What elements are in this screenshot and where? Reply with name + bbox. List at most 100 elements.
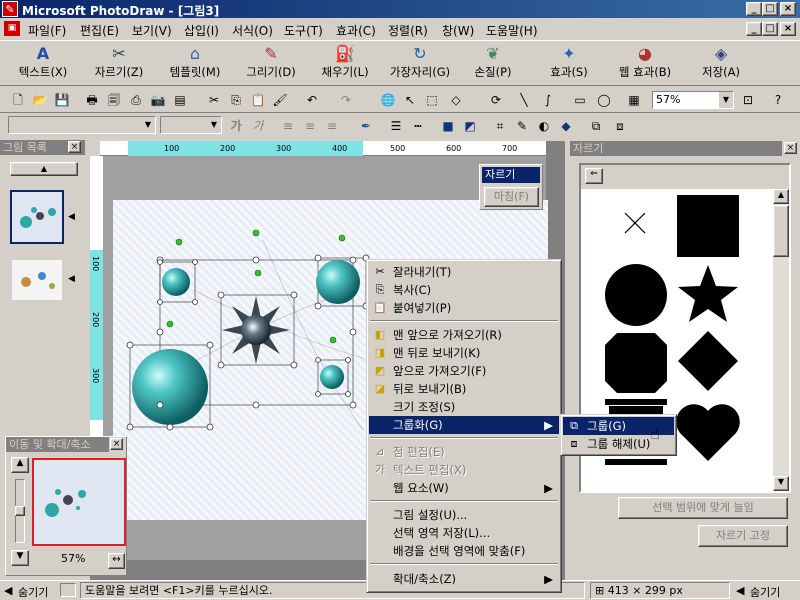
font-size-combo[interactable]: ▼ bbox=[160, 116, 222, 134]
paste-icon[interactable]: 📋 bbox=[248, 91, 268, 109]
new-icon[interactable]: 🗋 bbox=[8, 91, 28, 109]
hide-left-arrow-icon[interactable]: ◀ bbox=[4, 584, 12, 597]
ellipse-icon[interactable]: ◯ bbox=[594, 91, 614, 109]
lock-crop-button[interactable]: 자르기 고정 bbox=[698, 525, 788, 547]
line-width-icon[interactable]: ☰ bbox=[386, 117, 406, 135]
zoom-combo[interactable]: 57% ▼ bbox=[652, 91, 734, 109]
select-region-icon[interactable]: ⬚ bbox=[422, 91, 442, 109]
scroll-up-button[interactable]: ▲ bbox=[10, 162, 78, 176]
cut-icon[interactable]: ✂ bbox=[204, 91, 224, 109]
zoom-out-icon[interactable]: ▼ bbox=[11, 550, 29, 566]
picture-thumbnail[interactable] bbox=[12, 260, 62, 300]
scroll-down-icon[interactable]: ▼ bbox=[773, 476, 789, 491]
copy-icon[interactable]: ⎘ bbox=[226, 91, 246, 109]
menu-item-bring-to-front[interactable]: ◧ 맨 앞으로 가져오기(R) bbox=[369, 326, 559, 344]
doc-minimize-button[interactable]: _ bbox=[746, 22, 762, 36]
color-icon[interactable]: ◐ bbox=[534, 117, 554, 135]
menu-item-send-to-back[interactable]: ◨ 맨 뒤로 보내기(K) bbox=[369, 344, 559, 362]
effect-tool-icon[interactable]: ◆ bbox=[556, 117, 576, 135]
menu-item-edit-points[interactable]: ⊿ 점 편집(E) bbox=[369, 443, 559, 461]
menu-item-resize[interactable]: 크기 조정(S) bbox=[369, 398, 559, 416]
menu-item-bring-forward[interactable]: ◩ 앞으로 가져오기(F) bbox=[369, 362, 559, 380]
line-color-icon[interactable]: ✒ bbox=[356, 117, 376, 135]
gallery-scrollbar[interactable]: ▲ ▼ bbox=[773, 189, 789, 491]
text-button[interactable]: A 텍스트(X) bbox=[10, 44, 76, 84]
draw-tool-icon[interactable]: ✎ bbox=[512, 117, 532, 135]
crop-tool-icon[interactable]: ⌗ bbox=[490, 117, 510, 135]
hide-left-label[interactable]: 숨기기 bbox=[18, 584, 48, 600]
save-big-button[interactable]: ◈ 저장(A) bbox=[688, 44, 754, 84]
hide-right-label[interactable]: 숨기기 bbox=[750, 584, 780, 600]
zoom-in-icon[interactable]: ▲ bbox=[11, 457, 29, 473]
undo-icon[interactable]: ↶ bbox=[302, 91, 322, 109]
hide-right-arrow-icon[interactable]: ◀ bbox=[736, 584, 744, 597]
print-preview-icon[interactable]: 🗐 bbox=[104, 91, 124, 109]
menu-item-save-selection[interactable]: 선택 영역 저장(L)... bbox=[369, 524, 559, 542]
visual-open-icon[interactable]: ▤ bbox=[170, 91, 190, 109]
ungroup-tool-icon[interactable]: ⧈ bbox=[610, 117, 630, 135]
finish-button[interactable]: 마침(F) bbox=[484, 187, 539, 207]
panel-toggle-icon[interactable] bbox=[60, 583, 76, 597]
document-icon[interactable]: ▣ bbox=[4, 21, 20, 36]
align-center-icon[interactable]: ≡ bbox=[300, 117, 320, 135]
menu-arrange[interactable]: 정렬(R) bbox=[388, 22, 428, 39]
menu-edit[interactable]: 편집(E) bbox=[80, 22, 119, 39]
navigator-preview[interactable] bbox=[32, 458, 126, 546]
title-bar[interactable]: ✎ Microsoft PhotoDraw - [그림3] _ □ × bbox=[0, 0, 800, 18]
zoom-fit-icon[interactable]: ⊡ bbox=[738, 91, 758, 109]
fill-icon[interactable]: ◇ bbox=[446, 91, 466, 109]
close-icon[interactable]: × bbox=[784, 142, 797, 154]
scroll-up-icon[interactable]: ▲ bbox=[773, 189, 789, 204]
zoom-slider[interactable] bbox=[15, 479, 25, 543]
template-button[interactable]: ⌂ 템플릿(M) bbox=[160, 44, 230, 84]
menu-view[interactable]: 보기(V) bbox=[132, 22, 172, 39]
align-left-icon[interactable]: ≡ bbox=[278, 117, 298, 135]
rectangle-icon[interactable]: ▭ bbox=[570, 91, 590, 109]
doc-close-button[interactable]: × bbox=[780, 22, 796, 36]
picture-list-icon[interactable]: ▦ bbox=[624, 91, 644, 109]
chevron-down-icon[interactable]: ▼ bbox=[141, 117, 155, 133]
line-icon[interactable]: ╲ bbox=[514, 91, 534, 109]
menu-effects[interactable]: 효과(C) bbox=[336, 22, 376, 39]
menu-insert[interactable]: 삽입(I) bbox=[184, 22, 219, 39]
effects-button[interactable]: ✦ 효과(S) bbox=[538, 44, 600, 84]
maximize-button[interactable]: □ bbox=[762, 2, 778, 16]
menu-item-web-elements[interactable]: 웹 요소(W) ▶ bbox=[369, 479, 559, 497]
open-icon[interactable]: 📂 bbox=[30, 91, 50, 109]
print-icon[interactable]: 🖶 bbox=[82, 91, 102, 109]
close-icon[interactable]: × bbox=[110, 438, 123, 450]
web-effects-button[interactable]: ◕ 웹 효과(B) bbox=[610, 44, 680, 84]
menu-item-picture-setup[interactable]: 그림 설정(U)... bbox=[369, 506, 559, 524]
fill-button[interactable]: ⛽ 채우기(L) bbox=[312, 44, 378, 84]
curve-icon[interactable]: ∫ bbox=[538, 91, 558, 109]
redo-icon[interactable]: ↷ bbox=[336, 91, 356, 109]
chevron-down-icon[interactable]: ▼ bbox=[719, 92, 733, 108]
gallery-back-icon[interactable]: ⇐ bbox=[585, 168, 603, 184]
menu-item-copy[interactable]: ⎘ 복사(C) bbox=[369, 281, 559, 299]
font-combo[interactable]: ▼ bbox=[8, 116, 156, 134]
minimize-button[interactable]: _ bbox=[746, 2, 762, 16]
save-icon[interactable]: 💾 bbox=[52, 91, 72, 109]
menu-file[interactable]: 파일(F) bbox=[28, 22, 66, 39]
menu-format[interactable]: 서식(O) bbox=[232, 22, 273, 39]
web-icon[interactable]: 🌐 bbox=[378, 91, 398, 109]
shadow-icon[interactable]: ■ bbox=[438, 117, 458, 135]
draw-button[interactable]: ✎ 그리기(D) bbox=[238, 44, 304, 84]
menu-item-grouping[interactable]: 그룹화(G) ▶ bbox=[369, 416, 559, 434]
menu-help[interactable]: 도움말(H) bbox=[486, 22, 538, 39]
bold-icon[interactable]: 가 bbox=[226, 117, 246, 135]
fit-view-icon[interactable]: ↔ bbox=[108, 553, 125, 569]
3d-icon[interactable]: ◩ bbox=[460, 117, 480, 135]
menu-item-send-backward[interactable]: ◪ 뒤로 보내기(B) bbox=[369, 380, 559, 398]
format-painter-icon[interactable]: 🖌 bbox=[270, 91, 290, 109]
group-tool-icon[interactable]: ⧉ bbox=[586, 117, 606, 135]
zoom-slider-thumb[interactable] bbox=[15, 506, 25, 516]
menu-item-paste[interactable]: 📋 붙여넣기(P) bbox=[369, 299, 559, 317]
rotate-icon[interactable]: ⟳ bbox=[486, 91, 506, 109]
menu-window[interactable]: 창(W) bbox=[442, 22, 474, 39]
scroll-thumb[interactable] bbox=[773, 205, 789, 257]
italic-icon[interactable]: 가 bbox=[248, 117, 268, 135]
crop-button[interactable]: ✂ 자르기(Z) bbox=[86, 44, 152, 84]
menu-item-zoom[interactable]: 확대/축소(Z) ▶ bbox=[369, 570, 559, 588]
chevron-down-icon[interactable]: ▼ bbox=[207, 117, 221, 133]
